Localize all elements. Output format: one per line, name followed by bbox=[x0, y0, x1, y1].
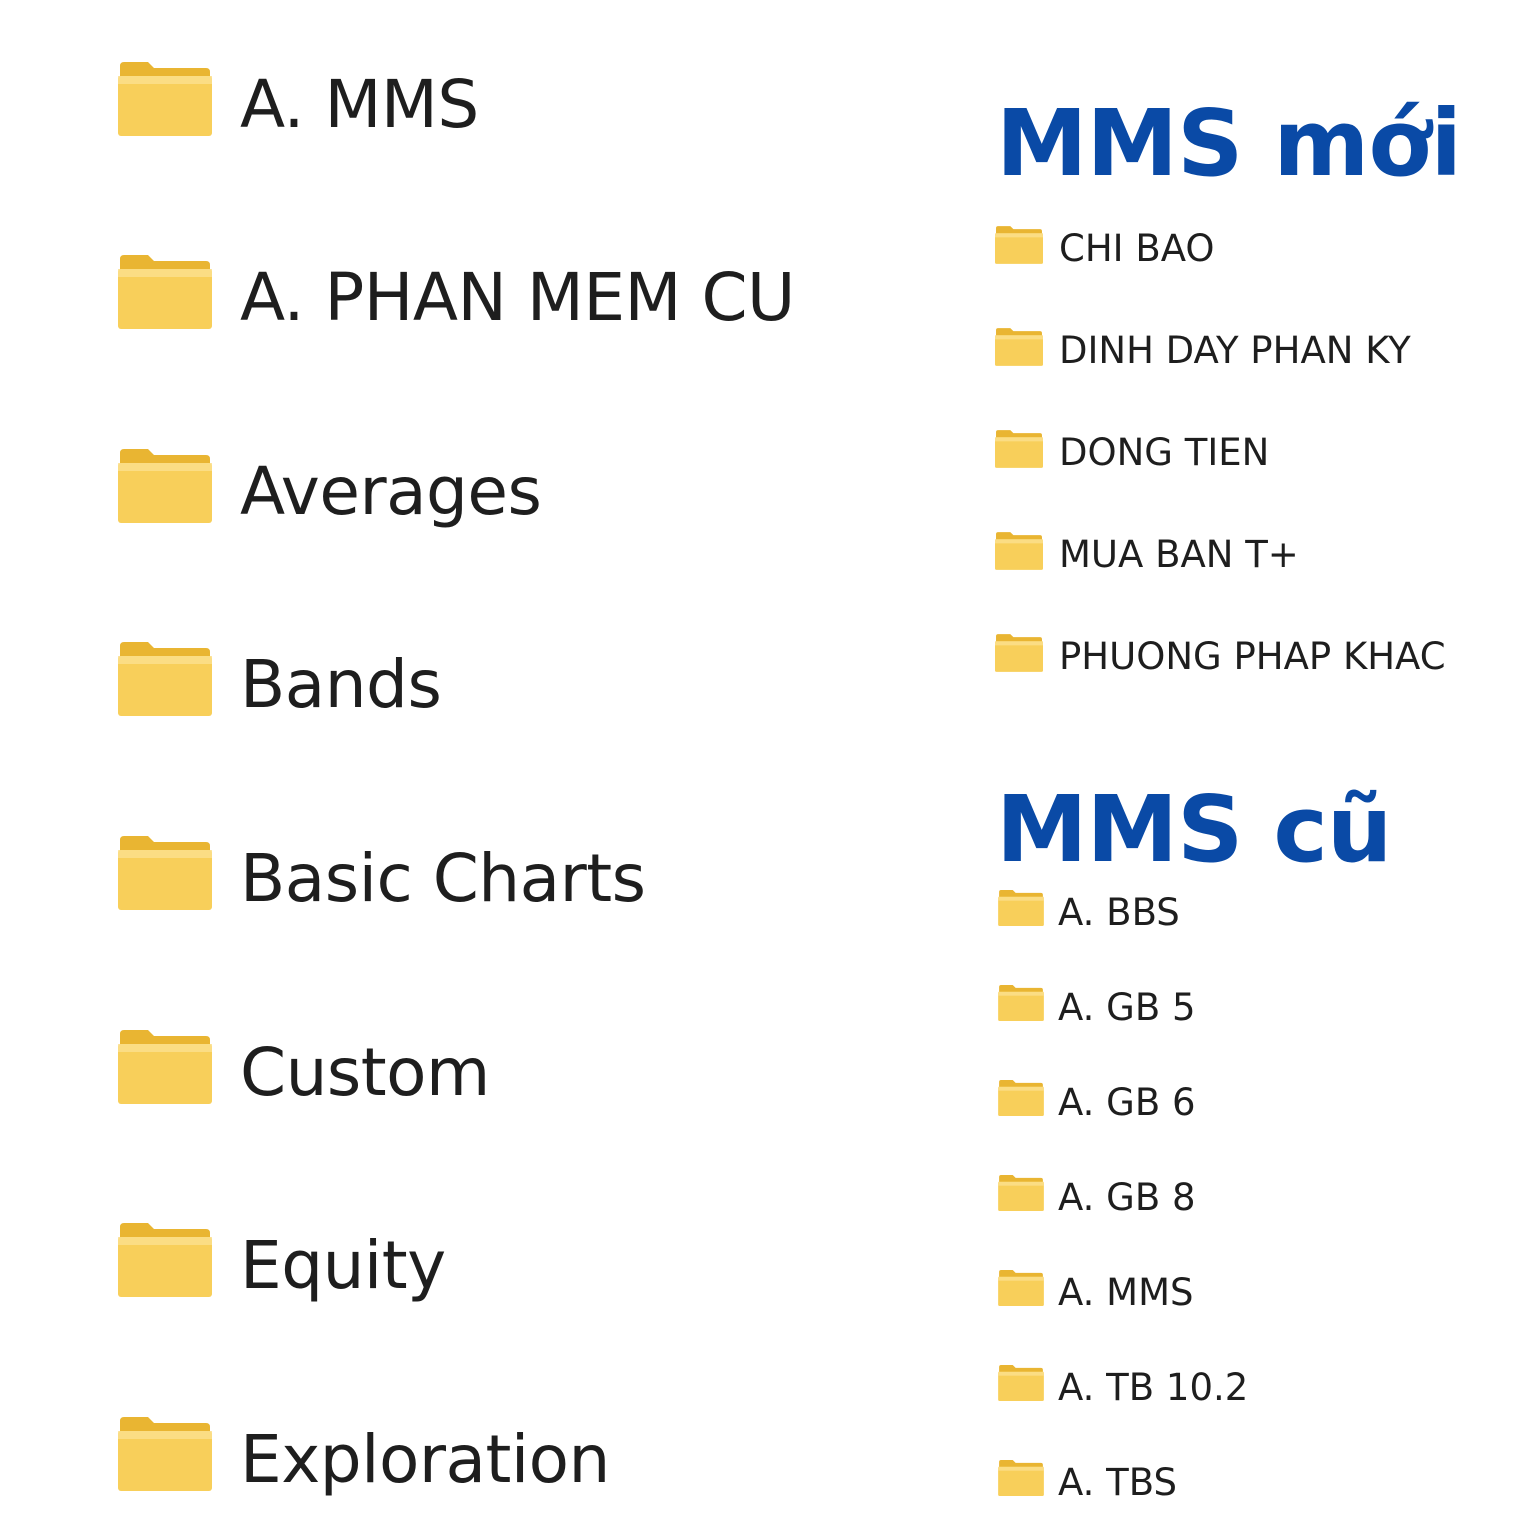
folder-label: A. TBS bbox=[1058, 1461, 1178, 1504]
folder-item[interactable]: Basic Charts bbox=[118, 834, 878, 924]
folder-icon bbox=[118, 62, 212, 136]
folder-label: A. TB 10.2 bbox=[1058, 1366, 1249, 1409]
folder-icon bbox=[995, 634, 1043, 672]
folder-item[interactable]: A. PHAN MEM CU bbox=[118, 253, 878, 343]
folder-icon bbox=[118, 449, 212, 523]
folder-icon bbox=[995, 532, 1043, 570]
folder-icon bbox=[998, 985, 1044, 1021]
folder-icon bbox=[118, 255, 212, 329]
folder-label: A. GB 6 bbox=[1058, 1081, 1196, 1124]
folder-item[interactable]: A. GB 8 bbox=[998, 1175, 1498, 1225]
folder-item[interactable]: PHUONG PHAP KHAC bbox=[995, 634, 1515, 684]
folder-label: Exploration bbox=[240, 1421, 610, 1498]
folder-label: Custom bbox=[240, 1034, 490, 1111]
folder-item[interactable]: Bands bbox=[118, 640, 878, 730]
folder-icon bbox=[118, 642, 212, 716]
section-title-new: MMS mới bbox=[996, 90, 1462, 197]
folder-item[interactable]: Custom bbox=[118, 1028, 878, 1118]
folder-item[interactable]: CHI BAO bbox=[995, 226, 1495, 276]
folder-label: DONG TIEN bbox=[1059, 431, 1270, 474]
folder-label: MUA BAN T+ bbox=[1059, 533, 1299, 576]
folder-icon bbox=[998, 1365, 1044, 1401]
folder-label: A. GB 8 bbox=[1058, 1176, 1196, 1219]
folder-item[interactable]: Exploration bbox=[118, 1415, 878, 1505]
folder-icon bbox=[995, 328, 1043, 366]
folder-item[interactable]: A. TBS bbox=[998, 1460, 1498, 1510]
folder-label: PHUONG PHAP KHAC bbox=[1059, 635, 1446, 678]
folder-item[interactable]: A. BBS bbox=[998, 890, 1498, 940]
folder-item[interactable]: A. MMS bbox=[998, 1270, 1498, 1320]
folder-item[interactable]: Equity bbox=[118, 1221, 878, 1311]
folder-label: Basic Charts bbox=[240, 840, 646, 917]
folder-icon bbox=[998, 1175, 1044, 1211]
folder-icon bbox=[998, 1270, 1044, 1306]
folder-item[interactable]: A. TB 10.2 bbox=[998, 1365, 1498, 1415]
folder-icon bbox=[118, 1030, 212, 1104]
section-title-old: MMS cũ bbox=[996, 776, 1392, 883]
folder-icon bbox=[995, 226, 1043, 264]
folder-icon bbox=[998, 1460, 1044, 1496]
folder-icon bbox=[995, 430, 1043, 468]
folder-icon bbox=[998, 1080, 1044, 1116]
folder-label: Bands bbox=[240, 646, 442, 723]
folder-item[interactable]: Averages bbox=[118, 447, 878, 537]
folder-label: DINH DAY PHAN KY bbox=[1059, 329, 1411, 372]
folder-item[interactable]: DONG TIEN bbox=[995, 430, 1495, 480]
folder-icon bbox=[118, 836, 212, 910]
folder-icon bbox=[998, 890, 1044, 926]
folder-item[interactable]: A. GB 5 bbox=[998, 985, 1498, 1035]
folder-label: A. MMS bbox=[1058, 1271, 1194, 1314]
folder-label: A. GB 5 bbox=[1058, 986, 1196, 1029]
folder-item[interactable]: DINH DAY PHAN KY bbox=[995, 328, 1495, 378]
folder-item[interactable]: A. MMS bbox=[118, 60, 878, 150]
folder-label: Averages bbox=[240, 453, 542, 530]
folder-icon bbox=[118, 1223, 212, 1297]
folder-label: A. PHAN MEM CU bbox=[240, 259, 795, 336]
folder-label: A. MMS bbox=[240, 66, 479, 143]
folder-label: Equity bbox=[240, 1227, 446, 1304]
folder-item[interactable]: A. GB 6 bbox=[998, 1080, 1498, 1130]
folder-icon bbox=[118, 1417, 212, 1491]
folder-label: A. BBS bbox=[1058, 891, 1180, 934]
folder-item[interactable]: MUA BAN T+ bbox=[995, 532, 1495, 582]
folder-label: CHI BAO bbox=[1059, 227, 1215, 270]
